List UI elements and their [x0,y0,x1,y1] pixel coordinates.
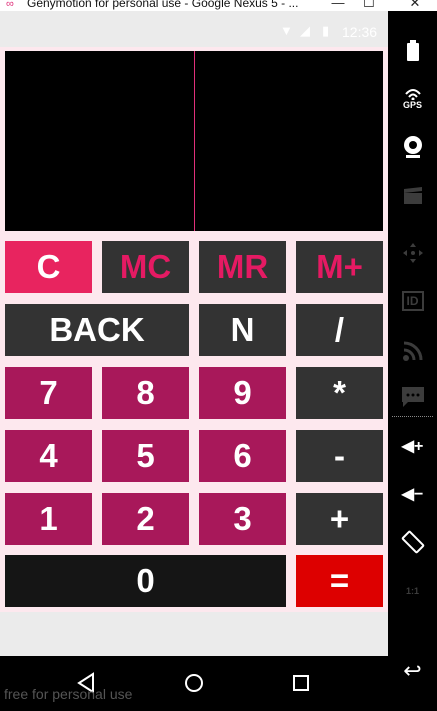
nav-home-button[interactable] [174,668,214,698]
clapperboard-icon [403,187,422,204]
device-back-button[interactable]: ↩ [388,651,437,691]
digit-3-button[interactable]: 3 [199,493,286,545]
backspace-button[interactable]: BACK [5,304,189,356]
digit-5-button[interactable]: 5 [102,430,189,482]
clear-button[interactable]: C [5,241,92,293]
battery-widget-button[interactable] [388,31,437,71]
memory-recall-button[interactable]: MR [199,241,286,293]
home-circle-icon [185,674,203,692]
window-title-bar: ∞ Genymotion for personal use - Google N… [0,0,437,11]
webcam-icon [403,136,422,158]
minimize-button[interactable]: — [323,0,353,10]
wifi-icon: ▼ [280,23,293,38]
device-id-widget-button[interactable]: ID [388,281,437,321]
digit-4-button[interactable]: 4 [5,430,92,482]
volume-up-icon: ◀+ [401,438,424,455]
close-button[interactable]: ✕ [400,0,430,11]
navigation-bar [0,656,388,711]
signal-icon: ◢ [300,23,310,38]
network-widget-button[interactable] [388,331,437,371]
capture-widget-button[interactable] [388,176,437,216]
divide-button[interactable]: / [296,304,383,356]
gps-signal-icon [404,89,421,100]
digit-0-button[interactable]: 0 [5,555,286,607]
digit-6-button[interactable]: 6 [199,430,286,482]
volume-up-button[interactable]: ◀+ [388,426,437,466]
battery-icon [406,40,419,61]
digit-9-button[interactable]: 9 [199,367,286,419]
gps-widget-button[interactable]: GPS [388,79,437,119]
id-badge-icon: ID [401,291,424,311]
sidebar-separator [392,416,433,417]
maximize-button[interactable]: ☐ [354,0,384,11]
digit-8-button[interactable]: 8 [102,367,189,419]
pixel-perfect-button[interactable]: 1:1 [388,571,437,611]
sms-widget-button[interactable] [388,377,437,417]
subtract-button[interactable]: - [296,430,383,482]
volume-down-button[interactable]: ◀− [388,474,437,514]
back-arrow-icon: ↩ [403,658,422,683]
volume-down-icon: ◀− [401,486,424,503]
gps-label: GPS [402,100,422,110]
watermark-text: free for personal use [4,686,133,702]
message-icon [401,387,424,407]
multiply-button[interactable]: * [296,367,383,419]
memory-clear-button[interactable]: MC [102,241,189,293]
window-title: Genymotion for personal use - Google Nex… [27,0,299,10]
equals-button[interactable]: = [296,555,383,607]
calculator-display [5,51,383,231]
add-button[interactable]: + [296,493,383,545]
rss-icon [402,341,422,361]
digit-7-button[interactable]: 7 [5,367,92,419]
webcam-widget-button[interactable] [388,127,437,167]
recents-square-icon [293,675,309,691]
scale-icon: 1:1 [405,586,419,596]
rotate-icon [401,530,424,554]
genymotion-logo-icon: ∞ [6,0,14,10]
dpad-icon [402,243,423,263]
status-time: 12:36 [342,24,378,40]
cursor-line [194,51,195,231]
dpad-widget-button[interactable] [388,233,437,273]
negate-button[interactable]: N [199,304,286,356]
nav-recents-button[interactable] [281,668,321,698]
genymotion-sidebar: GPS ID ◀+ ◀− 1:1 ↩ [388,11,437,711]
status-bar: ▼ ◢ ▮ 12:36 [0,11,388,47]
digit-1-button[interactable]: 1 [5,493,92,545]
rotate-button[interactable] [388,522,437,562]
battery-status-icon: ▮ [322,23,330,38]
digit-2-button[interactable]: 2 [102,493,189,545]
memory-add-button[interactable]: M+ [296,241,383,293]
